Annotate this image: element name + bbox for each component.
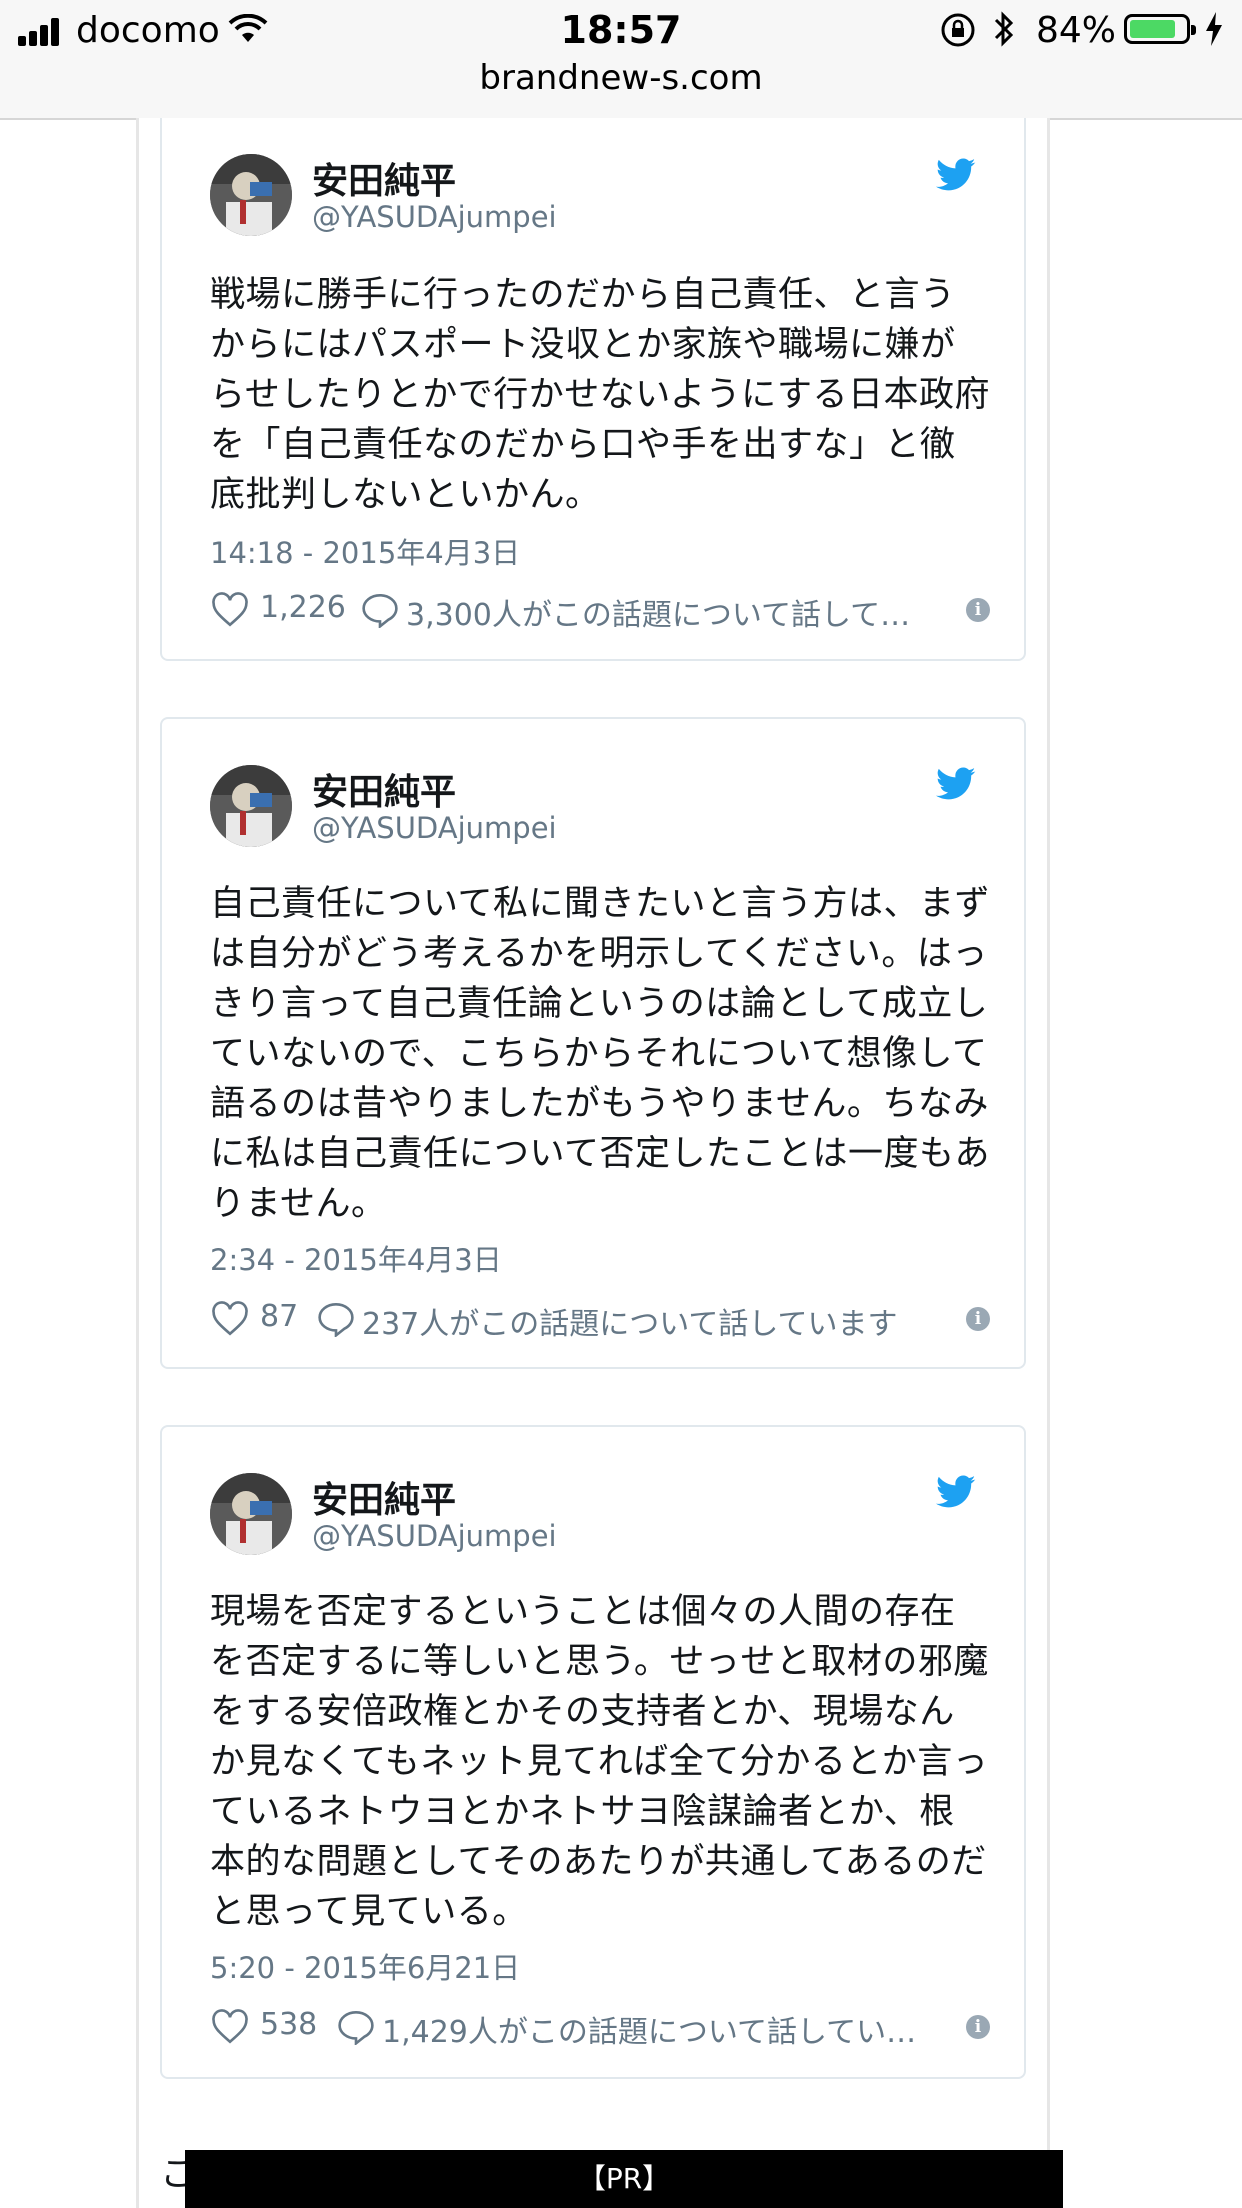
author-name[interactable]: 安田純平 [312, 1471, 456, 1523]
author-handle[interactable]: @YASUDAjumpei [312, 1519, 557, 1553]
pr-banner[interactable]: 【PR】 [185, 2150, 1063, 2208]
twitter-bird-icon[interactable] [936, 1475, 976, 1509]
avatar[interactable] [210, 1473, 292, 1555]
talking-count[interactable]: 1,429人がこの話題について話してい… [382, 2007, 942, 2051]
battery-percent: 84% [1036, 10, 1117, 51]
avatar[interactable] [210, 154, 292, 236]
reply-bubble-icon[interactable] [360, 592, 400, 628]
embedded-tweet[interactable]: 安田純平 @YASUDAjumpei 現場を否定するということは個々の人間の存在… [160, 1425, 1026, 2079]
embedded-tweet[interactable]: 安田純平 @YASUDAjumpei 自己責任について私に聞きたいと言う方は、ま… [160, 717, 1026, 1369]
top-bar: docomo 18:57 84% brandnew-s.com [0, 0, 1242, 120]
embedded-tweet[interactable]: 安田純平 @YASUDAjumpei 戦場に勝手に行ったのだから自己責任、と言う… [160, 118, 1026, 661]
tweet-timestamp[interactable]: 5:20 - 2015年6月21日 [210, 1945, 520, 1987]
like-count[interactable]: 538 [260, 2007, 317, 2042]
author-name[interactable]: 安田純平 [312, 763, 456, 815]
tweet-timestamp[interactable]: 2:34 - 2015年4月3日 [210, 1237, 502, 1279]
tweet-actions: 538 1,429人がこの話題について話してい… i [210, 2005, 990, 2051]
talking-count[interactable]: 237人がこの話題について話しています [362, 1299, 942, 1343]
tweet-actions: 1,226 3,300人がこの話題について話して… i [210, 588, 990, 634]
tweet-text: 現場を否定するということは個々の人間の存在を否定するに等しいと思う。せっせと取材… [210, 1592, 989, 1932]
heart-icon[interactable] [210, 1301, 250, 1337]
tweet-text: 自己責任について私に聞きたいと言う方は、まずは自分がどう考えるかを明示してくださ… [210, 884, 990, 1224]
status-bar: docomo 18:57 84% [0, 0, 1242, 62]
like-count[interactable]: 87 [260, 1299, 298, 1334]
like-count[interactable]: 1,226 [260, 590, 346, 625]
info-icon[interactable]: i [966, 2015, 990, 2039]
twitter-bird-icon[interactable] [936, 158, 976, 192]
author-handle[interactable]: @YASUDAjumpei [312, 811, 557, 845]
bluetooth-icon [994, 11, 1014, 47]
reply-bubble-icon[interactable] [336, 2009, 376, 2045]
tweet-timestamp[interactable]: 14:18 - 2015年4月3日 [210, 530, 520, 572]
heart-icon[interactable] [210, 592, 250, 628]
twitter-bird-icon[interactable] [936, 767, 976, 801]
avatar[interactable] [210, 765, 292, 847]
heart-icon[interactable] [210, 2009, 250, 2045]
info-icon[interactable]: i [966, 1307, 990, 1331]
tweet-text: 戦場に勝手に行ったのだから自己責任、と言うからにはパスポート没収とか家族や職場に… [210, 275, 990, 515]
url-bar[interactable]: brandnew-s.com [0, 58, 1242, 98]
battery-icon [1124, 14, 1196, 44]
tweet-actions: 87 237人がこの話題について話しています i [210, 1297, 990, 1343]
charging-bolt-icon [1206, 12, 1222, 46]
info-icon[interactable]: i [966, 598, 990, 622]
author-name[interactable]: 安田純平 [312, 152, 456, 204]
author-handle[interactable]: @YASUDAjumpei [312, 200, 557, 234]
rotation-lock-icon [941, 13, 975, 47]
talking-count[interactable]: 3,300人がこの話題について話して… [406, 590, 946, 634]
reply-bubble-icon[interactable] [316, 1301, 356, 1337]
